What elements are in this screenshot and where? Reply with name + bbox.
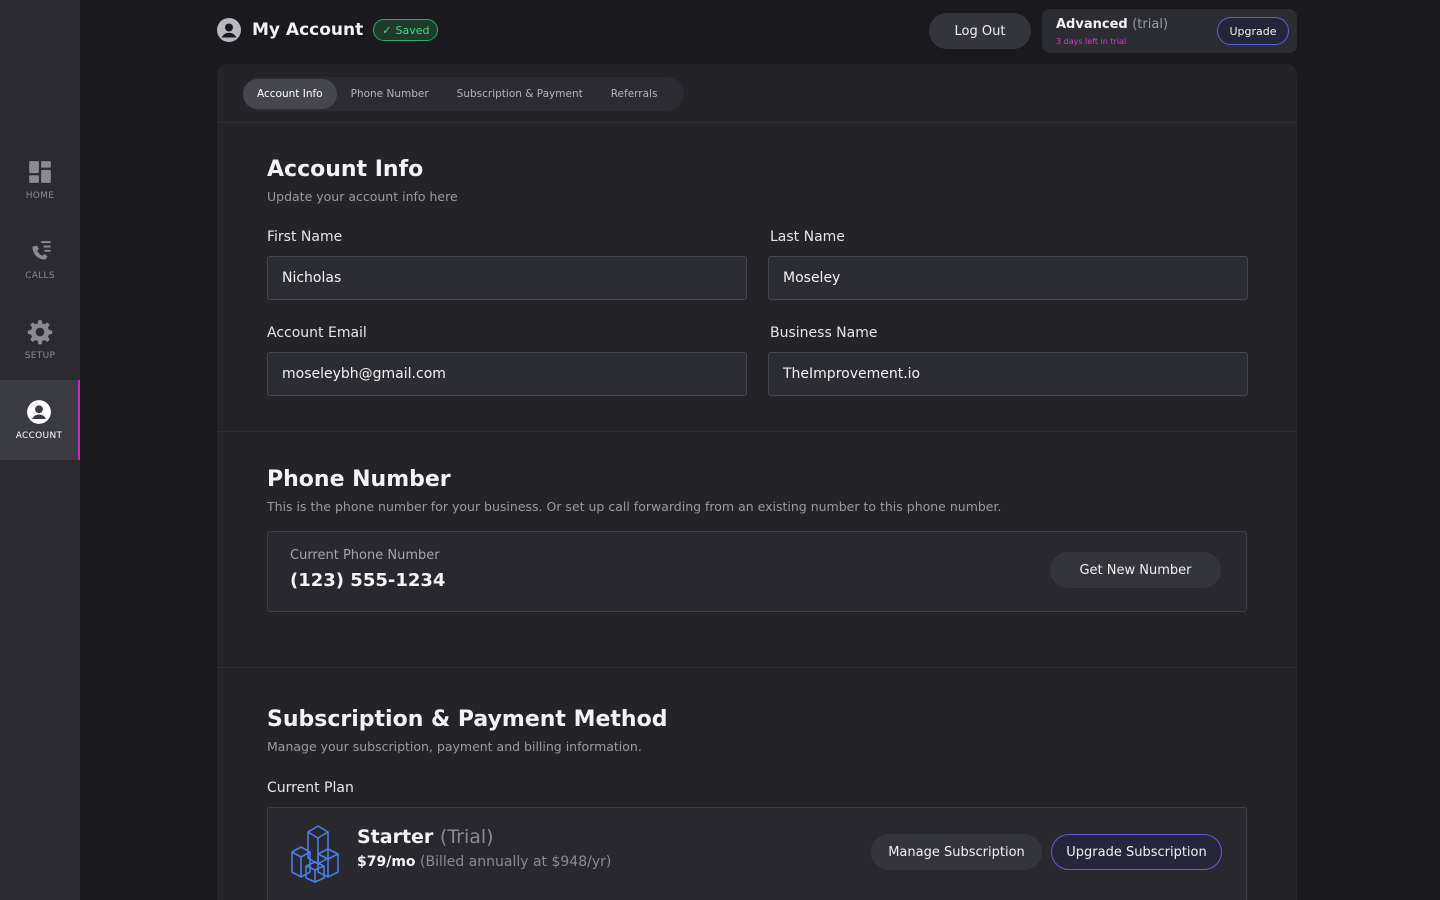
current-phone-value: (123) 555-1234 [290, 570, 446, 591]
tab-account-info[interactable]: Account Info [243, 79, 337, 109]
current-plan-card: Starter (Trial) $79/mo (Billed annually … [267, 807, 1247, 900]
get-new-number-button[interactable]: Get New Number [1050, 552, 1221, 588]
user-avatar-icon [217, 18, 241, 42]
phone-number-title: Phone Number [267, 467, 451, 492]
plan-billing-note: (Billed annually at $948/yr) [420, 854, 612, 870]
sidebar-item-label: SETUP [24, 351, 56, 361]
upgrade-button[interactable]: Upgrade [1217, 17, 1289, 45]
plan-trial-label: (trial) [1132, 17, 1169, 32]
saved-status-badge: ✓ Saved [373, 19, 439, 41]
phone-number-card: Current Phone Number (123) 555-1234 Get … [267, 531, 1247, 612]
plan-name: Advanced (trial) [1056, 17, 1168, 32]
upgrade-subscription-button[interactable]: Upgrade Subscription [1051, 834, 1222, 870]
tab-referrals[interactable]: Referrals [597, 79, 672, 109]
tab-bar: Account Info Phone Number Subscription &… [243, 77, 684, 111]
first-name-input[interactable] [267, 256, 747, 300]
last-name-label: Last Name [770, 229, 845, 245]
dashboard-icon [29, 161, 51, 183]
sidebar-item-label: ACCOUNT [15, 431, 63, 441]
plan-name-text: Starter [357, 826, 434, 848]
sidebar-item-label: CALLS [25, 271, 55, 281]
sidebar-item-setup[interactable]: SETUP [0, 300, 80, 380]
plan-status-box: Advanced (trial) 3 days left in trial Up… [1042, 9, 1297, 53]
phone-number-subtitle: This is the phone number for your busine… [267, 499, 1002, 514]
user-circle-icon [27, 400, 51, 424]
account-info-subtitle: Update your account info here [267, 189, 458, 204]
business-name-label: Business Name [770, 325, 878, 341]
saved-badge-label: Saved [395, 23, 430, 37]
current-phone-label: Current Phone Number [290, 548, 440, 563]
business-name-input[interactable] [768, 352, 1248, 396]
trial-days-left: 3 days left in trial [1056, 37, 1127, 46]
account-email-input[interactable] [267, 352, 747, 396]
divider [217, 667, 1297, 668]
account-info-title: Account Info [267, 157, 424, 182]
tab-phone-number[interactable]: Phone Number [337, 79, 443, 109]
subscription-subtitle: Manage your subscription, payment and bi… [267, 739, 642, 754]
divider [217, 431, 1297, 432]
plan-tier: Advanced [1056, 17, 1128, 32]
plan-status: (Trial) [439, 826, 494, 848]
tab-subscription-payment[interactable]: Subscription & Payment [443, 79, 597, 109]
plan-pricing: $79/mo (Billed annually at $948/yr) [357, 854, 611, 870]
sidebar: HOME CALLS SETUP ACCOUNT [0, 0, 80, 900]
page-title: My Account [252, 20, 364, 40]
plan-name: Starter (Trial) [357, 826, 494, 848]
logout-button[interactable]: Log Out [929, 13, 1031, 49]
waveform-logo-icon[interactable] [20, 22, 60, 58]
sidebar-item-home[interactable]: HOME [0, 140, 80, 220]
last-name-input[interactable] [768, 256, 1248, 300]
sidebar-item-label: HOME [25, 191, 55, 201]
account-panel: Account Info Phone Number Subscription &… [217, 64, 1297, 900]
phone-list-icon [32, 241, 51, 260]
plan-price: $79/mo [357, 854, 416, 870]
subscription-title: Subscription & Payment Method [267, 707, 668, 732]
gear-icon [27, 320, 53, 345]
sidebar-item-calls[interactable]: CALLS [0, 220, 80, 300]
sidebar-item-account[interactable]: ACCOUNT [0, 380, 80, 460]
buildings-icon [291, 825, 339, 883]
first-name-label: First Name [267, 229, 343, 245]
manage-subscription-button[interactable]: Manage Subscription [871, 834, 1042, 870]
checkmark-icon: ✓ [382, 23, 392, 37]
account-email-label: Account Email [267, 325, 367, 341]
divider [217, 122, 1297, 123]
current-plan-label: Current Plan [267, 780, 354, 796]
page-header: My Account ✓ Saved [217, 18, 439, 42]
